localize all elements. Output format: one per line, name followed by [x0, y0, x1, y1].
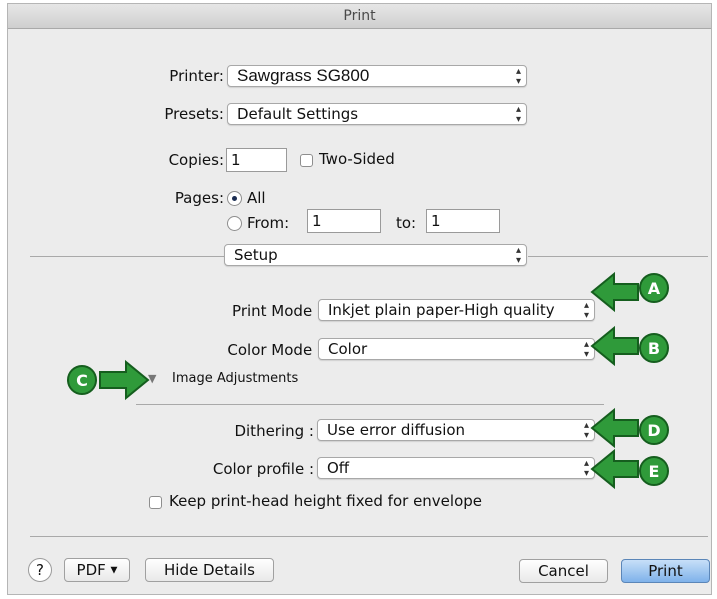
print-mode-value: Inkjet plain paper-High quality	[328, 301, 555, 319]
arrow-left-icon	[590, 407, 639, 449]
pages-all-label: All	[247, 189, 266, 207]
section-divider-left	[30, 256, 226, 257]
section-divider-right	[528, 256, 708, 257]
dithering-label: Dithering :	[234, 422, 314, 440]
callout-c: C	[67, 359, 150, 401]
callout-d-letter: D	[647, 421, 660, 440]
updown-arrows-icon: ▴ ▾	[515, 104, 521, 125]
two-sided-checkbox[interactable]	[300, 154, 313, 167]
arrow-left-icon	[590, 448, 639, 490]
help-button[interactable]: ?	[28, 558, 52, 582]
copies-label: Copies:	[168, 151, 224, 169]
color-profile-value: Off	[327, 459, 350, 477]
arrow-right-icon	[99, 359, 150, 401]
color-mode-select[interactable]: Color ▴ ▾	[318, 338, 595, 360]
callout-c-letter: C	[76, 371, 88, 390]
pages-to-label: to:	[396, 214, 417, 232]
print-button[interactable]: Print	[621, 559, 710, 583]
callout-b: B	[590, 325, 669, 367]
color-mode-label: Color Mode :	[227, 341, 322, 359]
pages-from-radio[interactable]	[227, 216, 242, 231]
pages-to-field[interactable]: 1	[426, 209, 500, 233]
pdf-button[interactable]: PDF ▼	[64, 558, 130, 582]
callout-e-letter: E	[649, 462, 660, 481]
two-sided-label: Two-Sided	[319, 150, 395, 168]
hide-details-button[interactable]: Hide Details	[145, 558, 274, 582]
print-mode-select[interactable]: Inkjet plain paper-High quality ▴ ▾	[318, 299, 595, 321]
callout-a: A	[590, 271, 669, 313]
printer-label: Printer:	[169, 67, 224, 85]
updown-arrows-icon: ▴ ▾	[515, 245, 521, 266]
envelope-label: Keep print-head height fixed for envelop…	[169, 492, 483, 510]
callout-a-letter: A	[648, 279, 661, 298]
arrow-left-icon	[590, 325, 639, 367]
chevron-down-icon: ▼	[110, 565, 118, 576]
section-select[interactable]: Setup ▴ ▾	[224, 244, 527, 266]
updown-arrows-icon: ▴ ▾	[515, 66, 521, 87]
printer-value: Sawgrass SG800	[237, 66, 370, 85]
dithering-value: Use error diffusion	[327, 421, 466, 439]
envelope-checkbox[interactable]	[149, 496, 162, 509]
color-profile-select[interactable]: Off ▴ ▾	[317, 457, 595, 479]
color-profile-label: Color profile :	[212, 460, 314, 478]
adjustments-divider	[136, 404, 604, 405]
callout-b-letter: B	[648, 339, 660, 358]
footer-divider	[30, 536, 708, 537]
presets-value: Default Settings	[237, 105, 359, 123]
window-title: Print	[8, 4, 711, 29]
arrow-left-icon	[590, 271, 639, 313]
cancel-button[interactable]: Cancel	[519, 559, 608, 583]
color-mode-value: Color	[328, 340, 368, 358]
section-value: Setup	[234, 246, 278, 264]
pages-from-label: From:	[247, 214, 290, 232]
callout-e: E	[590, 448, 669, 490]
pdf-label: PDF	[76, 561, 106, 579]
printer-select[interactable]: Sawgrass SG800 ▴ ▾	[227, 65, 527, 87]
dithering-select[interactable]: Use error diffusion ▴ ▾	[317, 419, 595, 441]
print-mode-label: Print Mode :	[232, 302, 322, 320]
copies-field[interactable]: 1	[226, 148, 287, 172]
pages-all-radio[interactable]	[227, 191, 242, 206]
pages-from-field[interactable]: 1	[307, 209, 381, 233]
image-adjustments-label[interactable]: Image Adjustments	[172, 371, 298, 386]
presets-label: Presets:	[164, 105, 224, 123]
presets-select[interactable]: Default Settings ▴ ▾	[227, 103, 527, 125]
pages-label: Pages:	[174, 189, 224, 207]
